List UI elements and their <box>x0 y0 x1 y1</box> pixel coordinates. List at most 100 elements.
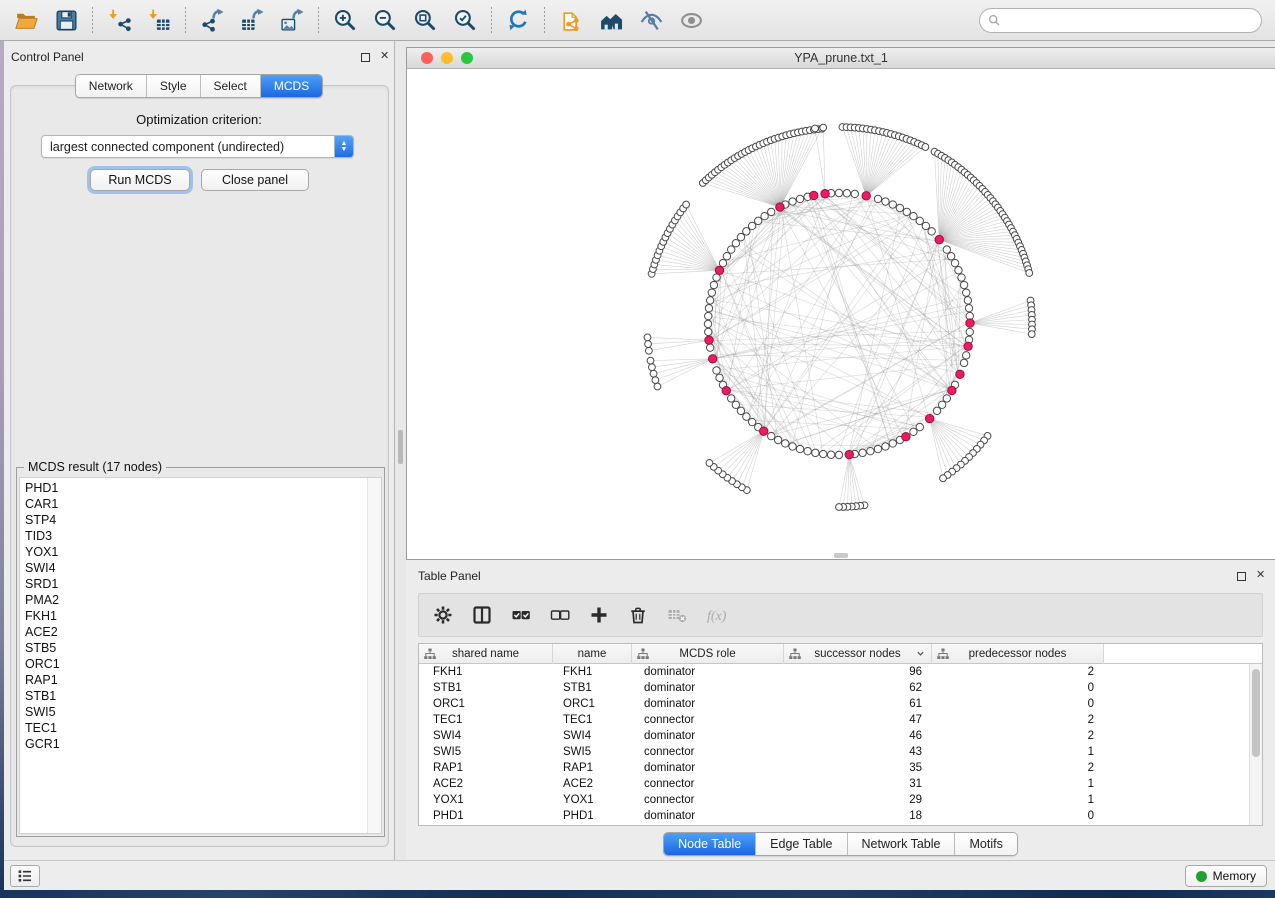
mcds-result-item[interactable]: PHD1 <box>20 480 381 496</box>
show-details-icon[interactable] <box>673 4 709 36</box>
column-header-shared-name[interactable]: shared name <box>419 644 553 664</box>
cell-MCDS-role: dominator <box>632 680 784 696</box>
table-scrollbar[interactable] <box>1249 664 1262 825</box>
cell-predecessor-nodes: 1 <box>932 744 1104 760</box>
run-mcds-button[interactable]: Run MCDS <box>90 169 190 191</box>
table-row-STB1[interactable]: STB1STB1dominator620 <box>419 680 1262 696</box>
tab-edge-table[interactable]: Edge Table <box>755 833 846 855</box>
cell-shared-name: PHD1 <box>419 808 553 824</box>
search-input[interactable] <box>1001 11 1261 31</box>
clear-all-checks-icon[interactable] <box>550 605 570 625</box>
panel-splitter-handle[interactable] <box>398 430 403 464</box>
cell-MCDS-role: dominator <box>632 696 784 712</box>
network-view-window: YPA_prune.txt_1 <box>406 47 1275 560</box>
table-row-FKH1[interactable]: FKH1FKH1dominator962 <box>419 664 1262 680</box>
column-label: name <box>578 648 607 660</box>
zoom-in-icon[interactable] <box>327 4 363 36</box>
export-network-icon[interactable] <box>194 4 230 36</box>
table-row-PHD1[interactable]: PHD1PHD1dominator180 <box>419 808 1262 824</box>
table-settings-icon[interactable] <box>433 605 453 625</box>
table-row-ACE2[interactable]: ACE2ACE2connector311 <box>419 776 1262 792</box>
task-history-button[interactable] <box>10 865 40 887</box>
tab-mcds[interactable]: MCDS <box>260 75 322 97</box>
cell-MCDS-role: dominator <box>632 664 784 680</box>
memory-status-icon <box>1196 871 1207 882</box>
mcds-result-item[interactable]: RAP1 <box>20 672 381 688</box>
mcds-result-item[interactable]: TEC1 <box>20 720 381 736</box>
hide-details-icon[interactable] <box>633 4 669 36</box>
mcds-result-item[interactable]: STP4 <box>20 512 381 528</box>
import-network-icon[interactable] <box>101 4 137 36</box>
cell-name: YOX1 <box>553 792 632 808</box>
float-panel-icon[interactable] <box>361 53 370 62</box>
tab-node-table[interactable]: Node Table <box>664 833 755 855</box>
mcds-result-list[interactable]: PHD1CAR1STP4TID3YOX1SWI4SRD1PMA2FKH1ACE2… <box>19 477 382 834</box>
svg-text:f(x): f(x) <box>707 609 726 624</box>
mcds-result-item[interactable]: PMA2 <box>20 592 381 608</box>
table-scrollbar-thumb[interactable] <box>1252 669 1260 757</box>
node-table[interactable]: shared name name MCDS rolesuccessor nodes p… <box>418 643 1263 826</box>
close-table-panel-icon[interactable]: ✕ <box>1256 570 1265 581</box>
cell-name: PHD1 <box>553 808 632 824</box>
result-list-scrollbar[interactable] <box>367 478 381 833</box>
zoom-out-icon[interactable] <box>367 4 403 36</box>
network-window-titlebar[interactable]: YPA_prune.txt_1 <box>407 48 1275 69</box>
cell-name: ACE2 <box>553 776 632 792</box>
sort-desc-icon <box>916 649 925 658</box>
table-row-YOX1[interactable]: YOX1YOX1connector291 <box>419 792 1262 808</box>
table-row-SWI5[interactable]: SWI5SWI5connector431 <box>419 744 1262 760</box>
float-table-panel-icon[interactable] <box>1237 572 1246 581</box>
memory-button[interactable]: Memory <box>1185 865 1267 887</box>
search-box[interactable] <box>979 8 1262 33</box>
search-icon <box>988 14 1001 27</box>
column-label: predecessor nodes <box>969 648 1067 660</box>
mcds-result-item[interactable]: SRD1 <box>20 576 381 592</box>
network-graph-canvas[interactable] <box>407 69 1275 560</box>
refresh-icon[interactable] <box>500 4 536 36</box>
show-columns-icon[interactable] <box>472 605 492 625</box>
column-header-name[interactable]: name <box>553 644 632 664</box>
tab-motifs[interactable]: Motifs <box>954 833 1016 855</box>
zoom-selected-icon[interactable] <box>447 4 483 36</box>
zoom-fit-icon[interactable] <box>407 4 443 36</box>
add-column-icon[interactable] <box>589 605 609 625</box>
column-header-successor-nodes[interactable]: successor nodes <box>784 644 932 664</box>
close-panel-button[interactable]: Close panel <box>201 169 309 191</box>
shared-column-icon <box>424 648 436 663</box>
network-overview-icon[interactable] <box>593 4 629 36</box>
mcds-result-item[interactable]: FKH1 <box>20 608 381 624</box>
cell-successor-nodes: 62 <box>784 680 932 696</box>
table-row-TEC1[interactable]: TEC1TEC1connector472 <box>419 712 1262 728</box>
column-header-MCDS-role[interactable]: MCDS role <box>632 644 784 664</box>
mcds-result-item[interactable]: STB1 <box>20 688 381 704</box>
table-row-SWI4[interactable]: SWI4SWI4dominator462 <box>419 728 1262 744</box>
tab-network-table[interactable]: Network Table <box>847 833 955 855</box>
table-row-ORC1[interactable]: ORC1ORC1dominator610 <box>419 696 1262 712</box>
export-table-icon[interactable] <box>234 4 270 36</box>
export-doc-share-icon[interactable] <box>553 4 589 36</box>
mcds-result-item[interactable]: SWI5 <box>20 704 381 720</box>
criterion-select[interactable]: largest connected component (undirected)… <box>41 135 354 158</box>
open-session-icon[interactable] <box>8 4 44 36</box>
mcds-result-item[interactable]: ACE2 <box>20 624 381 640</box>
save-session-icon[interactable] <box>48 4 84 36</box>
cell-shared-name: YOX1 <box>419 792 553 808</box>
select-all-checks-icon[interactable] <box>511 605 531 625</box>
mcds-result-item[interactable]: SWI4 <box>20 560 381 576</box>
import-table-icon[interactable] <box>141 4 177 36</box>
mcds-result-item[interactable]: CAR1 <box>20 496 381 512</box>
mcds-result-item[interactable]: STB5 <box>20 640 381 656</box>
mcds-result-item[interactable]: TID3 <box>20 528 381 544</box>
table-row-RAP1[interactable]: RAP1RAP1dominator352 <box>419 760 1262 776</box>
tab-network[interactable]: Network <box>76 75 146 97</box>
network-window-resize-handle[interactable] <box>834 553 848 558</box>
tab-select[interactable]: Select <box>200 75 260 97</box>
mcds-result-item[interactable]: YOX1 <box>20 544 381 560</box>
mcds-result-item[interactable]: ORC1 <box>20 656 381 672</box>
close-panel-icon[interactable]: ✕ <box>380 51 389 62</box>
mcds-result-item[interactable]: GCR1 <box>20 736 381 752</box>
delete-column-icon[interactable] <box>628 605 648 625</box>
tab-style[interactable]: Style <box>146 75 200 97</box>
column-header-predecessor-nodes[interactable]: predecessor nodes <box>932 644 1104 664</box>
export-image-icon[interactable] <box>274 4 310 36</box>
